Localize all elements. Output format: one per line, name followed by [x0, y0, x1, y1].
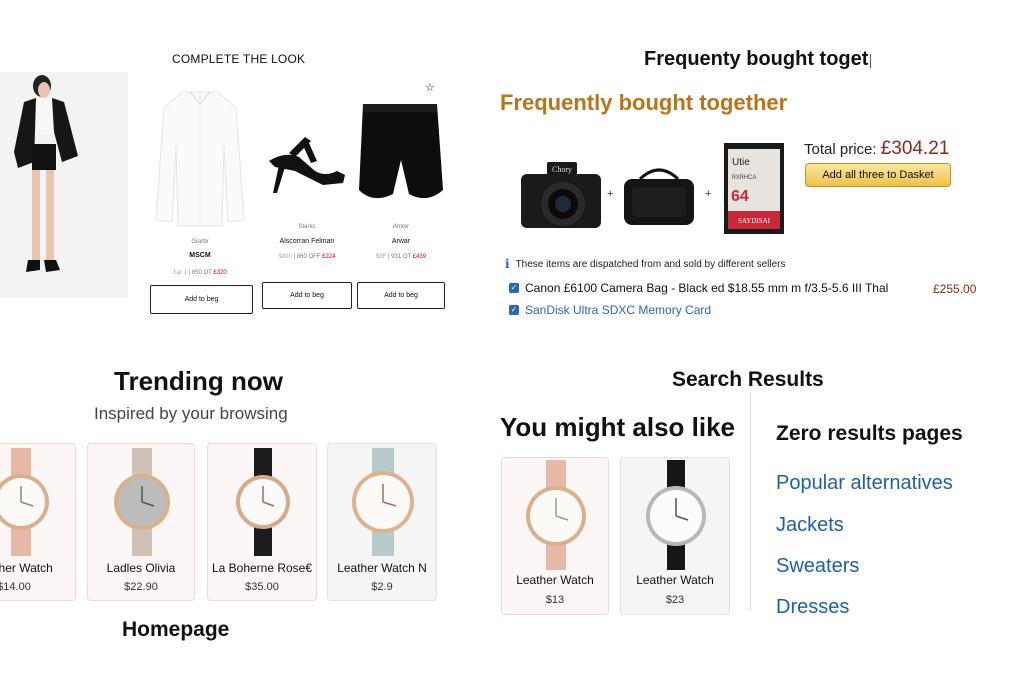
old-price: $800 — [278, 254, 292, 260]
product-card[interactable]: Leather Watch $23 — [620, 457, 730, 615]
watch-image — [236, 448, 290, 556]
text-cursor — [870, 54, 871, 68]
sd-card-brand: SAYDISAI — [738, 217, 771, 225]
add-to-bag-button[interactable]: Add to beg — [262, 282, 352, 309]
product-name: Leather Watch N — [337, 561, 427, 575]
old-price: $8F — [375, 254, 387, 260]
fbt-overlay-title: Frequenty bought toget — [644, 48, 869, 70]
plus-sign: + — [705, 188, 712, 200]
search-results-title: Search Results — [672, 368, 824, 391]
shorts-image — [356, 100, 446, 204]
product-price: $14.00 — [0, 581, 31, 593]
product-price: $23 — [665, 594, 685, 606]
product-price: $35.00 — [245, 581, 279, 593]
add-all-to-basket-button[interactable]: Add all three to Dasket — [805, 163, 951, 187]
sd-card-image[interactable]: Utie ᏒXᏒHCA 64 SAYDISAI — [722, 141, 786, 236]
product-card[interactable]: Ladles Olivia $22.90 — [87, 443, 195, 601]
sale-price: £224 — [322, 254, 336, 260]
product-card[interactable]: La Boherne Rose€ $35.00 — [207, 443, 317, 601]
ctl-item-name: MSCM — [189, 252, 211, 259]
fbt-item-label: Canon £6100 Camera Bag - Black ed $18.55… — [525, 281, 889, 295]
discount-price: 860 OFF — [296, 254, 321, 260]
trending-subtitle: Inspired by your browsing — [94, 404, 288, 423]
product-price: $2.9 — [371, 581, 393, 593]
product-name: La Boherne Rose€ — [211, 561, 313, 575]
product-card[interactable]: Leather Watch N $2.9 — [327, 443, 437, 601]
add-to-bag-button[interactable]: Add to beg — [357, 282, 445, 309]
product-name: Leather Watch — [0, 561, 53, 575]
fbt-item-link[interactable]: SanDisk Ultra SDXC Memory Card — [525, 303, 711, 317]
sd-card-small-label: ᏒXᏒHCA — [732, 174, 756, 181]
trending-title: Trending now — [114, 366, 283, 396]
fbt-item-camera-bag[interactable]: ✓ Canon £6100 Camera Bag - Black ed $18.… — [509, 281, 888, 295]
sd-card-top-label: Utie — [732, 157, 750, 168]
fbt-item-sd-card[interactable]: ✓ SanDisk Ultra SDXC Memory Card — [509, 303, 711, 317]
dispatch-note: i These items are dispatched from and so… — [505, 257, 786, 271]
dispatch-note-text: These items are dispatched from and sold… — [515, 258, 786, 270]
shirt-image — [150, 90, 250, 228]
sale-price: £439 — [412, 254, 427, 260]
complete-the-look-title: COMPLETE THE LOOK — [172, 52, 306, 66]
plus-sign: + — [607, 188, 614, 200]
you-might-also-like-title: You might also like — [500, 412, 736, 442]
discount-price: 931 OT — [391, 254, 412, 260]
total-price-value: £304.21 — [880, 138, 950, 159]
watch-image — [114, 448, 170, 556]
sd-card-capacity: 64 — [731, 188, 749, 205]
product-card[interactable]: Leather Watch $14.00 — [0, 443, 76, 601]
sandals-image — [262, 130, 352, 198]
add-to-bag-button[interactable]: Add to beg — [150, 285, 253, 314]
camera-brand-label: Chory — [552, 165, 572, 174]
star-outline-icon[interactable]: ☆ — [425, 81, 435, 94]
product-name: Ladles Olivia — [106, 561, 176, 575]
sweaters-link[interactable]: Sweaters — [776, 555, 859, 578]
fbt-item-price: £255.00 — [933, 282, 977, 296]
ctl-item-name: Arwar — [391, 238, 411, 245]
ctl-item-name: Alscorran Felman — [279, 238, 335, 245]
divider — [750, 392, 751, 610]
product-card[interactable]: Leather Watch $13 — [501, 457, 609, 615]
total-price-row: Total price: £304.21 — [804, 138, 949, 160]
popular-alternatives-link[interactable]: Popular alternatives — [776, 472, 953, 495]
watch-image — [0, 448, 49, 556]
watch-image — [526, 460, 586, 570]
old-price: £ar 1 — [173, 270, 187, 276]
ctl-item-brand: Amrer — [392, 224, 410, 230]
jackets-link[interactable]: Jackets — [776, 514, 844, 537]
zero-results-title: Zero results pages — [776, 422, 963, 445]
total-price-label: Total price: — [804, 141, 877, 158]
product-price: $22.90 — [124, 581, 158, 593]
watch-image — [646, 460, 706, 570]
checkbox-checked-icon[interactable]: ✓ — [509, 283, 519, 293]
info-icon: i — [505, 257, 510, 271]
ctl-item-prices: £ar 1 | 850 OT £320 — [173, 270, 227, 276]
product-price: $13 — [545, 594, 565, 606]
ctl-item-prices: $800 | 860 OFF £224 — [278, 254, 336, 260]
sale-price: £320 — [213, 270, 227, 276]
discount-price: 850 OT — [191, 270, 212, 276]
checkbox-checked-icon[interactable]: ✓ — [509, 305, 519, 315]
ctl-item-brand: Starkc — [298, 224, 316, 230]
dresses-link[interactable]: Dresses — [776, 596, 849, 619]
watch-image — [352, 448, 414, 556]
ctl-item-prices: $8F | 931 OT £439 — [375, 254, 427, 260]
ctl-item-brand: Grarbr — [191, 239, 209, 245]
homepage-label: Homepage — [122, 618, 230, 641]
camera-bag-image[interactable] — [618, 165, 700, 229]
product-name: Leather Watch — [516, 573, 594, 587]
fbt-title: Frequently bought together — [500, 90, 788, 115]
product-name: Leather Watch — [636, 573, 714, 587]
camera-image[interactable]: Chory — [519, 152, 603, 232]
model-outfit-image — [0, 72, 128, 298]
